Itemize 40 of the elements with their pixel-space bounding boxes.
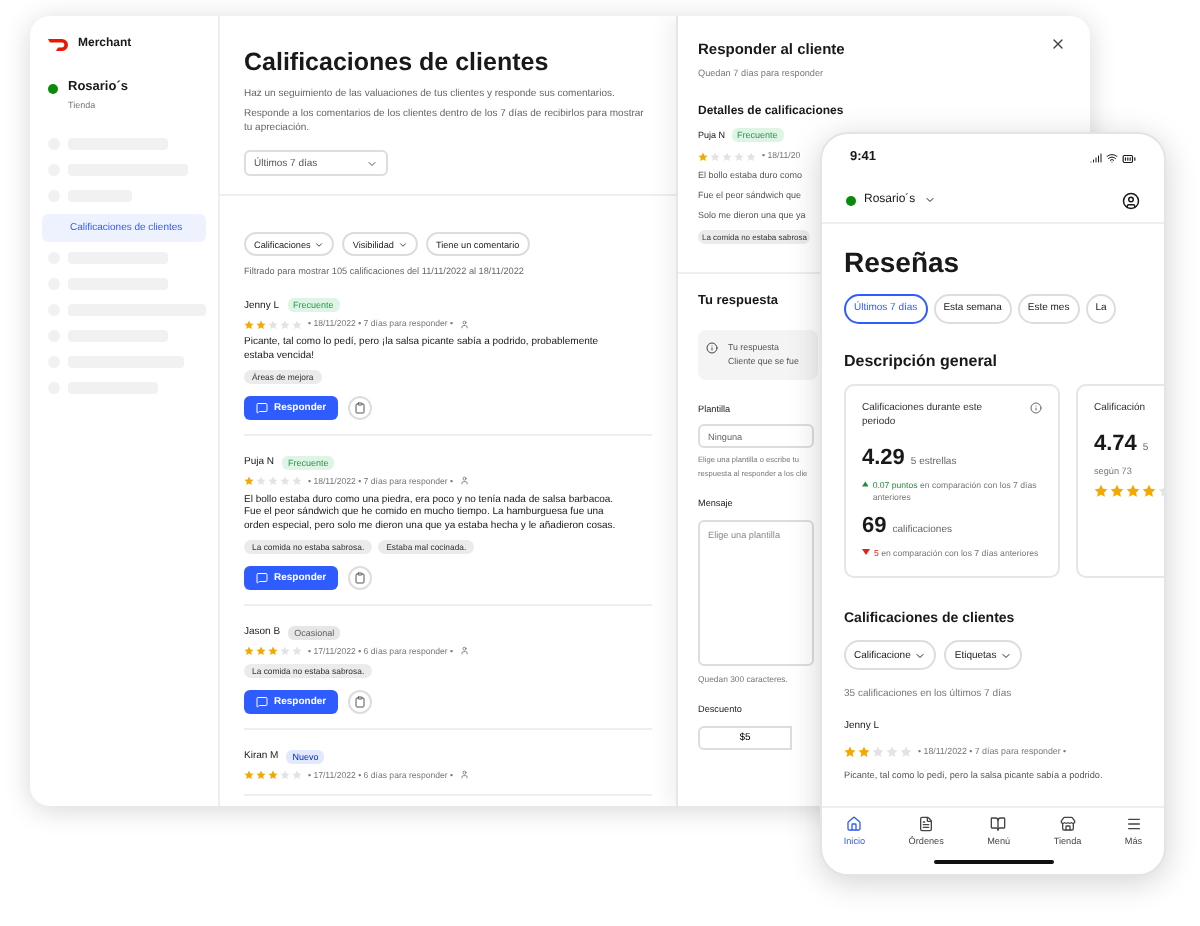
- chevron-down-icon: [366, 157, 378, 170]
- home-indicator: [933, 860, 1053, 864]
- page-title: Calificaciones de clientes: [244, 48, 551, 76]
- chevron-down-icon: [1000, 649, 1013, 662]
- clipboard-icon: [354, 695, 367, 708]
- info-icon: [706, 342, 718, 355]
- battery-icon: [1122, 151, 1136, 166]
- wifi-icon: [1106, 152, 1118, 165]
- message-icon: [256, 571, 268, 584]
- person-icon: [459, 320, 469, 330]
- person-icon: [459, 646, 469, 656]
- clipboard-icon: [354, 571, 367, 584]
- person-icon: [459, 476, 469, 486]
- person-icon: [459, 770, 469, 780]
- rating-value: 4.29: [862, 443, 905, 474]
- info-icon: [1030, 402, 1042, 415]
- more-icon: [1125, 816, 1142, 832]
- rating-value: 4.74: [1094, 430, 1137, 461]
- section-title: Descripción general: [844, 351, 997, 373]
- chevron-down-icon: [314, 239, 325, 250]
- store-icon: [1059, 816, 1076, 832]
- account-icon[interactable]: [1122, 191, 1140, 210]
- clipboard-icon: [354, 401, 367, 414]
- menu-icon: [990, 816, 1007, 832]
- logo-icon: [48, 37, 70, 52]
- chevron-down-icon: [923, 194, 936, 207]
- signal-icon: [1090, 152, 1102, 165]
- orders-icon: [918, 816, 935, 832]
- chevron-down-icon: [914, 649, 927, 662]
- clipboard-button[interactable]: [348, 565, 373, 590]
- close-icon: [1050, 36, 1066, 52]
- close-button[interactable]: [1050, 36, 1066, 52]
- clipboard-button[interactable]: [348, 395, 373, 420]
- clipboard-button[interactable]: [348, 689, 373, 714]
- message-icon: [256, 401, 268, 414]
- rating-count: 69: [862, 512, 887, 543]
- chevron-down-icon: [397, 239, 408, 250]
- screen-title: Reseñas: [844, 243, 960, 282]
- home-icon: [846, 816, 863, 832]
- message-icon: [256, 695, 268, 708]
